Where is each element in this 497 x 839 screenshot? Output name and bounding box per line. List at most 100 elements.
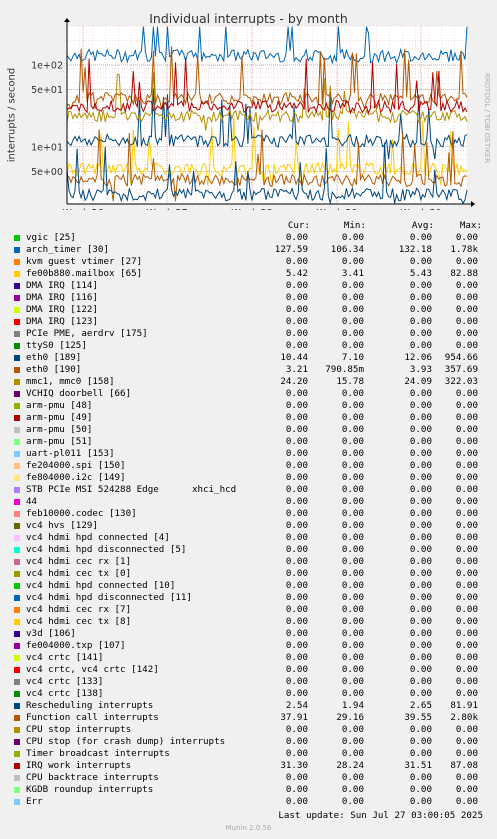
x-tick-label: Week 29 [316, 208, 357, 210]
legend-max-value: 0.00 [455, 736, 478, 747]
legend-row: vc4 hdmi cec tx [0] 0.00 0.00 0.00 0.00 [0, 568, 497, 580]
legend-min-value: 0.00 [341, 580, 364, 591]
legend-swatch [14, 403, 20, 409]
legend-series-name: vc4 hdmi cec rx [1] [26, 556, 132, 567]
last-update: Last update: Sun Jul 27 03:00:05 2025 [278, 810, 483, 821]
legend-cur-value: 0.00 [285, 748, 308, 759]
legend-min-value: 0.00 [341, 328, 364, 339]
legend-series-name: Timer broadcast interrupts [26, 748, 170, 759]
legend-cur-value: 0.00 [285, 508, 308, 519]
legend-max-value: 0.00 [455, 304, 478, 315]
legend-min-value: 0.00 [341, 472, 364, 483]
legend-series-name: DMA IRQ [123] [26, 316, 98, 327]
legend-swatch [14, 535, 20, 541]
legend-row: arm-pmu [48] 0.00 0.00 0.00 0.00 [0, 400, 497, 412]
chart-plot: 5e+00 1e+01 5e+01 1e+02 Week 26 Week 27 Week 2… [31, 18, 475, 210]
legend-min-value: 28.24 [336, 760, 364, 771]
legend-max-value: 0.00 [455, 448, 478, 459]
legend-series-name: arch_timer [30] [26, 244, 109, 255]
legend-max-value: 0.00 [455, 496, 478, 507]
legend-series-name: vc4 crtc [133] [26, 676, 104, 687]
legend-min-value: 0.00 [341, 688, 364, 699]
legend-row: fe804000.i2c [149] 0.00 0.00 0.00 0.00 [0, 472, 497, 484]
legend-cur-value: 0.00 [285, 676, 308, 687]
legend-row: arm-pmu [49] 0.00 0.00 0.00 0.00 [0, 412, 497, 424]
legend-series-name: eth0 [190] [26, 364, 82, 375]
legend-series-name: vc4 hdmi hpd disconnected [5] [26, 544, 187, 555]
legend-series-name: STB PCIe MSI 524288 Edge xhci_hcd [26, 484, 237, 495]
legend-max-value: 0.00 [455, 592, 478, 603]
legend-cur-value: 0.00 [285, 640, 308, 651]
legend-series-name: mmc1, mmc0 [158] [26, 376, 115, 387]
legend-series-name: CPU stop interrupts [26, 724, 132, 735]
legend-swatch [14, 703, 20, 709]
y-tick-label: 1e+01 [31, 142, 63, 153]
legend-cur-value: 0.00 [285, 544, 308, 555]
y-tick-label: 1e+02 [31, 61, 63, 72]
legend-swatch [14, 499, 20, 505]
legend-series-name: vc4 hdmi cec rx [7] [26, 604, 132, 615]
legend-row: vc4 crtc [141] 0.00 0.00 0.00 0.00 [0, 652, 497, 664]
legend-row: fe004000.txp [107] 0.00 0.00 0.00 0.00 [0, 640, 497, 652]
legend-cur-value: 0.00 [285, 280, 308, 291]
legend-cur-value: 0.00 [285, 316, 308, 327]
legend-cur-value: 0.00 [285, 664, 308, 675]
legend-series-name: arm-pmu [48] [26, 400, 93, 411]
legend-max-value: 0.00 [455, 508, 478, 519]
legend-max-value: 322.03 [444, 376, 478, 387]
legend-min-value: 3.41 [341, 268, 364, 279]
legend-row: vc4 hvs [129] 0.00 0.00 0.00 0.00 [0, 520, 497, 532]
legend-max-value: 0.00 [455, 676, 478, 687]
legend-min-value: 0.00 [341, 448, 364, 459]
legend-min-value: 0.00 [341, 520, 364, 531]
legend-max-value: 0.00 [455, 616, 478, 627]
legend-cur-value: 0.00 [285, 652, 308, 663]
legend-min-value: 0.00 [341, 640, 364, 651]
legend-min-value: 0.00 [341, 232, 364, 243]
legend-series-name: kvm guest vtimer [27] [26, 256, 143, 267]
legend-series-name: CPU backtrace interrupts [26, 772, 159, 783]
legend-cur-value: 0.00 [285, 784, 308, 795]
legend-swatch [14, 271, 20, 277]
legend-cur-value: 0.00 [285, 232, 308, 243]
legend-cur-value: 0.00 [285, 616, 308, 627]
legend-cur-value: 10.44 [280, 352, 308, 363]
legend-series-name: vc4 hvs [129] [26, 520, 98, 531]
legend-swatch [14, 463, 20, 469]
legend-max-value: 0.00 [455, 424, 478, 435]
legend-row: arm-pmu [50] 0.00 0.00 0.00 0.00 [0, 424, 497, 436]
x-tick-label: Week 27 [146, 208, 187, 210]
legend-min-value: 0.00 [341, 604, 364, 615]
legend-min-value: 0.00 [341, 304, 364, 315]
legend-row: vc4 hdmi cec tx [8] 0.00 0.00 0.00 0.00 [0, 616, 497, 628]
legend-max-value: 0.00 [455, 292, 478, 303]
legend-row: VCHIQ doorbell [66] 0.00 0.00 0.00 0.00 [0, 388, 497, 400]
legend-series-name: vc4 hdmi cec tx [0] [26, 568, 132, 579]
legend-cur-value: 0.00 [285, 772, 308, 783]
legend-swatch [14, 391, 20, 397]
y-tick-label: 5e+00 [31, 167, 63, 178]
legend-row: STB PCIe MSI 524288 Edge xhci_hcd 0.00 0.0… [0, 484, 497, 496]
legend-cur-value: 0.00 [285, 604, 308, 615]
legend-max-value: 0.00 [455, 472, 478, 483]
legend-cur-value: 0.00 [285, 580, 308, 591]
legend-cur-value: 0.00 [285, 556, 308, 567]
legend-series-name: fe00b880.mailbox [65] [26, 268, 143, 279]
legend-row: arm-pmu [51] 0.00 0.00 0.00 0.00 [0, 436, 497, 448]
legend-cur-value: 0.00 [285, 304, 308, 315]
legend-row: arch_timer [30] 127.59 106.34 132.18 1.78k [0, 244, 497, 256]
legend-max-value: 87.08 [450, 760, 478, 771]
legend-min-value: 0.00 [341, 424, 364, 435]
legend-min-value: 0.00 [341, 736, 364, 747]
legend-min-value: 0.00 [341, 292, 364, 303]
legend-row: kvm guest vtimer [27] 0.00 0.00 0.00 0.00 [0, 256, 497, 268]
legend-row: vc4 hdmi cec rx [7] 0.00 0.00 0.00 0.00 [0, 604, 497, 616]
legend-series-name: v3d [106] [26, 628, 76, 639]
legend-row: CPU backtrace interrupts 0.00 0.00 0.00 0.00 [0, 772, 497, 784]
legend-swatch [14, 763, 20, 769]
legend-swatch [14, 583, 20, 589]
legend-max-value: 0.00 [455, 640, 478, 651]
legend-swatch [14, 427, 20, 433]
legend-max-value: 2.80k [450, 712, 478, 723]
legend-swatch [14, 799, 20, 805]
